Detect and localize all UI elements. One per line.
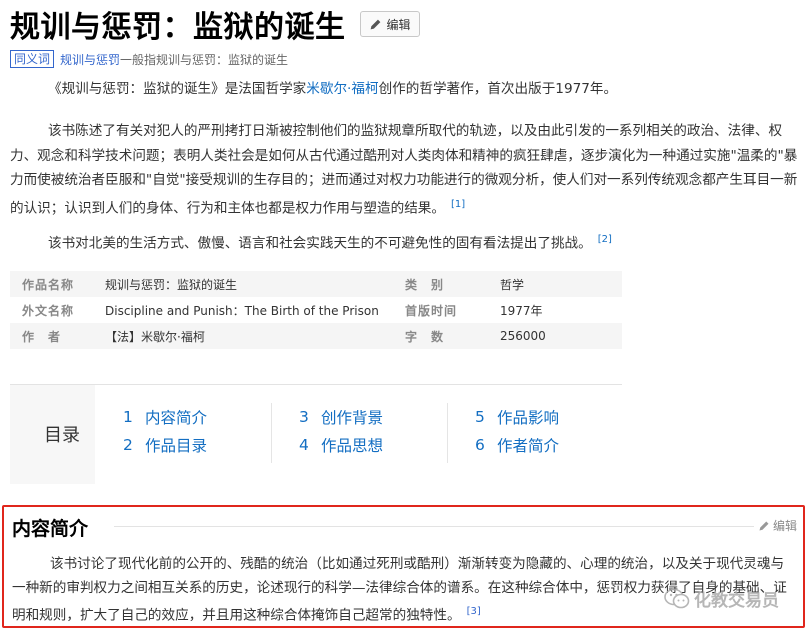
toc-item-work-contents[interactable]: 2 作品目录 (123, 431, 207, 459)
intro-text: 该书陈述了有关对犯人的严刑拷打日渐被控制他们的监狱规章所取代的轨迹，以及由此引发… (10, 123, 798, 217)
watermark: 化教交易员 (664, 586, 779, 611)
intro-text: 该书对北美的生活方式、傲慢、语言和社会实践天生的不可避免性的固有看法提出了挑战。 (48, 235, 592, 252)
synonym-row: 同义词 规训与惩罚 一般指规训与惩罚：监狱的诞生 (10, 49, 288, 69)
edit-button[interactable]: 编辑 (359, 11, 420, 37)
toc-label: 目录 (44, 425, 80, 446)
info-table: 作品名称 规训与惩罚：监狱的诞生 类 别 哲学 外文名称 Discipline … (10, 271, 622, 349)
toc-column: 5 作品影响 6 作者简介 (475, 403, 559, 459)
watermark-text: 化教交易员 (694, 591, 779, 611)
info-key: 类 别 (405, 277, 445, 292)
section-edit-button[interactable]: 编辑 (758, 517, 797, 534)
info-key: 首版时间 (405, 303, 458, 318)
page-title: 规训与惩罚：监狱的诞生 (10, 10, 346, 45)
toc-item-label: 内容简介 (145, 409, 208, 427)
reference-link[interactable]: [2] (598, 234, 612, 245)
toc-item-content-intro[interactable]: 1 内容简介 (123, 403, 207, 431)
synonym-link[interactable]: 规训与惩罚 (60, 51, 120, 68)
toc-item-background[interactable]: 3 创作背景 (299, 403, 383, 431)
section-edit-label: 编辑 (772, 519, 797, 533)
toc-number: 2 (123, 436, 133, 454)
info-key: 字 数 (405, 329, 445, 344)
section-divider (114, 526, 754, 527)
info-value: Discipline and Punish：The Birth of the P… (105, 303, 379, 318)
table-of-contents: 目录 1 内容简介 2 作品目录 3 创作背景 4 作品思想 5 作品影响 6 … (10, 384, 622, 485)
intro-paragraph-1: 《规训与惩罚：监狱的诞生》是法国哲学家米歇尔·福柯创作的哲学著作，首次出版于19… (10, 77, 798, 102)
info-row: 外文名称 Discipline and Punish：The Birth of … (10, 297, 622, 323)
author-link[interactable]: 米歇尔·福柯 (306, 81, 378, 97)
info-key: 作品名称 (22, 277, 75, 292)
reference-link[interactable]: [3] (467, 606, 481, 617)
info-value: 规训与惩罚：监狱的诞生 (105, 277, 238, 292)
edit-button-label: 编辑 (386, 17, 411, 32)
toc-divider (271, 403, 272, 463)
title-row: 规训与惩罚：监狱的诞生 编辑 (10, 2, 420, 46)
toc-column: 1 内容简介 2 作品目录 (123, 403, 207, 459)
toc-number: 6 (475, 436, 485, 454)
toc-item-label: 创作背景 (321, 409, 384, 427)
toc-item-label: 作者简介 (497, 437, 560, 455)
intro-paragraph-3: 该书对北美的生活方式、傲慢、语言和社会实践天生的不可避免性的固有看法提出了挑战。… (10, 228, 798, 256)
pencil-icon (759, 521, 769, 530)
toc-item-label: 作品思想 (321, 437, 384, 455)
intro-text: 《规训与惩罚：监狱的诞生》是法国哲学家 (48, 81, 307, 97)
reference-link[interactable]: [1] (451, 199, 465, 210)
toc-panel: 1 内容简介 2 作品目录 3 创作背景 4 作品思想 5 作品影响 6 作者简… (95, 385, 622, 485)
info-value: 【法】米歇尔·福柯 (105, 329, 205, 344)
toc-item-label: 作品目录 (145, 437, 208, 455)
toc-number: 3 (299, 408, 309, 426)
info-row: 作 者 【法】米歇尔·福柯 字 数 256000 (10, 323, 622, 349)
pencil-icon (370, 19, 380, 29)
intro-text: 创作的哲学著作，首次出版于1977年。 (378, 81, 618, 97)
toc-item-label: 作品影响 (497, 409, 560, 427)
intro-paragraph-2: 该书陈述了有关对犯人的严刑拷打日渐被控制他们的监狱规章所取代的轨迹，以及由此引发… (10, 119, 798, 221)
toc-item-influence[interactable]: 5 作品影响 (475, 403, 559, 431)
info-key: 外文名称 (22, 303, 75, 318)
toc-item-thought[interactable]: 4 作品思想 (299, 431, 383, 459)
toc-number: 4 (299, 436, 309, 454)
synonym-tag: 同义词 (10, 50, 55, 68)
toc-column: 3 创作背景 4 作品思想 (299, 403, 383, 459)
info-value: 哲学 (500, 277, 525, 292)
synonym-text: 一般指规训与惩罚：监狱的诞生 (120, 52, 289, 67)
info-row: 作品名称 规训与惩罚：监狱的诞生 类 别 哲学 (10, 271, 622, 297)
toc-number: 5 (475, 408, 485, 426)
toc-divider (447, 403, 448, 463)
info-key: 作 者 (22, 329, 62, 344)
toc-number: 1 (123, 408, 133, 426)
toc-item-author-intro[interactable]: 6 作者简介 (475, 431, 559, 459)
info-value: 256000 (500, 329, 546, 343)
wechat-icon (664, 588, 690, 608)
section-title: 内容简介 (12, 518, 89, 540)
info-value: 1977年 (500, 303, 543, 318)
